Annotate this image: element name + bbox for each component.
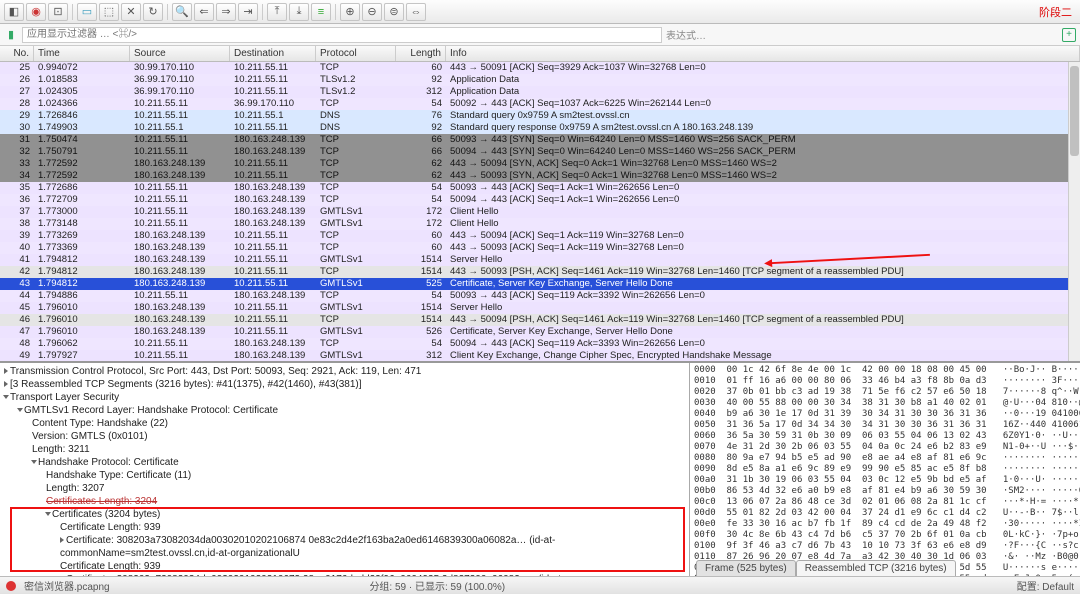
phase-label: 阶段二 bbox=[1039, 4, 1072, 20]
packet-row[interactable]: 261.01858336.99.170.11010.211.55.11TLSv1… bbox=[0, 74, 1080, 86]
tree-item[interactable]: Certificates Length: 3204 bbox=[4, 495, 685, 508]
toolbar-btn[interactable]: ⊡ bbox=[48, 3, 68, 21]
status-file: 密信浏览器.pcapng bbox=[24, 578, 110, 593]
toolbar-btn[interactable]: ◉ bbox=[26, 3, 46, 21]
first-icon[interactable]: ⤒ bbox=[267, 3, 287, 21]
next-icon[interactable]: ⇒ bbox=[216, 3, 236, 21]
open-icon[interactable]: ▭ bbox=[77, 3, 97, 21]
bookmark-icon[interactable]: ▮ bbox=[4, 28, 18, 42]
hex-tab-reassembled[interactable]: Reassembled TCP (3216 bytes) bbox=[796, 560, 956, 576]
tree-item[interactable]: Certificate: 308203a73082034da0030201020… bbox=[4, 534, 685, 560]
tree-item[interactable]: Certificate Length: 939 bbox=[4, 560, 685, 573]
main-toolbar: ◧ ◉ ⊡ ▭ ⬚ ✕ ↻ 🔍 ⇐ ⇒ ⇥ ⤒ ⤓ ≡ ⊕ ⊖ ⊜ ⇔ 阶段二 bbox=[0, 0, 1080, 24]
expression-button[interactable]: 表达式… bbox=[666, 27, 706, 42]
filter-toolbar: ▮ 表达式… + bbox=[0, 24, 1080, 46]
col-dest[interactable]: Destination bbox=[230, 46, 316, 61]
packet-row[interactable]: 250.99407230.99.170.11010.211.55.11TCP60… bbox=[0, 62, 1080, 74]
tree-item[interactable]: Length: 3207 bbox=[4, 482, 685, 495]
packet-row[interactable]: 381.77314810.211.55.11180.163.248.139GMT… bbox=[0, 218, 1080, 230]
col-time[interactable]: Time bbox=[34, 46, 130, 61]
packet-row[interactable]: 401.773369180.163.248.13910.211.55.11TCP… bbox=[0, 242, 1080, 254]
scroll-thumb[interactable] bbox=[1070, 66, 1079, 156]
packet-row[interactable]: 451.796010180.163.248.13910.211.55.11GMT… bbox=[0, 302, 1080, 314]
packet-row[interactable]: 271.02430536.99.170.11010.211.55.11TLSv1… bbox=[0, 86, 1080, 98]
packet-row[interactable]: 491.79792710.211.55.11180.163.248.139GMT… bbox=[0, 350, 1080, 362]
zoom-fit-icon[interactable]: ⊜ bbox=[384, 3, 404, 21]
packet-row[interactable]: 311.75047410.211.55.11180.163.248.139TCP… bbox=[0, 134, 1080, 146]
close-icon[interactable]: ✕ bbox=[121, 3, 141, 21]
add-filter-button[interactable]: + bbox=[1062, 28, 1076, 42]
tree-item[interactable]: Certificate: 308203a73082034da0030201020… bbox=[4, 573, 685, 576]
tree-item[interactable]: GMTLSv1 Record Layer: Handshake Protocol… bbox=[4, 404, 685, 417]
jump-icon[interactable]: ⇥ bbox=[238, 3, 258, 21]
find-icon[interactable]: 🔍 bbox=[172, 3, 192, 21]
tree-item[interactable]: Length: 3211 bbox=[4, 443, 685, 456]
col-proto[interactable]: Protocol bbox=[316, 46, 396, 61]
zoom-in-icon[interactable]: ⊕ bbox=[340, 3, 360, 21]
hex-tab-frame[interactable]: Frame (525 bytes) bbox=[696, 560, 796, 576]
packet-row[interactable]: 351.77268610.211.55.11180.163.248.139TCP… bbox=[0, 182, 1080, 194]
packet-row[interactable]: 431.794812180.163.248.13910.211.55.11GMT… bbox=[0, 278, 1080, 290]
last-icon[interactable]: ⤓ bbox=[289, 3, 309, 21]
col-len[interactable]: Length bbox=[396, 46, 446, 61]
col-source[interactable]: Source bbox=[130, 46, 230, 61]
tree-item[interactable]: Certificate Length: 939 bbox=[4, 521, 685, 534]
packet-details-tree[interactable]: Transmission Control Protocol, Src Port:… bbox=[0, 363, 690, 576]
packet-row[interactable]: 481.79606210.211.55.11180.163.248.139TCP… bbox=[0, 338, 1080, 350]
tree-item[interactable]: Certificates (3204 bytes) bbox=[4, 508, 685, 521]
packet-list-header: No. Time Source Destination Protocol Len… bbox=[0, 46, 1080, 62]
packet-row[interactable]: 461.796010180.163.248.13910.211.55.11TCP… bbox=[0, 314, 1080, 326]
autoscroll-icon[interactable]: ≡ bbox=[311, 3, 331, 21]
packet-row[interactable]: 291.72684610.211.55.1110.211.55.1DNS76St… bbox=[0, 110, 1080, 122]
tree-item[interactable]: [3 Reassembled TCP Segments (3216 bytes)… bbox=[4, 378, 685, 391]
tree-item[interactable]: Transport Layer Security bbox=[4, 391, 685, 404]
packet-row[interactable]: 421.794812180.163.248.13910.211.55.11TCP… bbox=[0, 266, 1080, 278]
save-icon[interactable]: ⬚ bbox=[99, 3, 119, 21]
status-count: 分组: 59 · 已显示: 59 (100.0%) bbox=[369, 578, 505, 593]
packet-row[interactable]: 321.75079110.211.55.11180.163.248.139TCP… bbox=[0, 146, 1080, 158]
packet-list[interactable]: 250.99407230.99.170.11010.211.55.11TCP60… bbox=[0, 62, 1080, 362]
zoom-out-icon[interactable]: ⊖ bbox=[362, 3, 382, 21]
prev-icon[interactable]: ⇐ bbox=[194, 3, 214, 21]
reload-icon[interactable]: ↻ bbox=[143, 3, 163, 21]
col-info[interactable]: Info bbox=[446, 46, 1080, 61]
tree-item[interactable]: Transmission Control Protocol, Src Port:… bbox=[4, 365, 685, 378]
packet-row[interactable]: 341.772592180.163.248.13910.211.55.11TCP… bbox=[0, 170, 1080, 182]
packet-row[interactable]: 331.772592180.163.248.13910.211.55.11TCP… bbox=[0, 158, 1080, 170]
hex-dump-pane[interactable]: 0000 00 1c 42 6f 8e 4e 00 1c 42 00 00 18… bbox=[690, 363, 1080, 576]
hex-tabs: Frame (525 bytes) Reassembled TCP (3216 … bbox=[696, 560, 956, 576]
resize-cols-icon[interactable]: ⇔ bbox=[406, 3, 426, 21]
packet-row[interactable]: 371.77300010.211.55.11180.163.248.139GMT… bbox=[0, 206, 1080, 218]
packet-row[interactable]: 281.02436610.211.55.1136.99.170.110TCP54… bbox=[0, 98, 1080, 110]
scrollbar[interactable] bbox=[1068, 62, 1080, 361]
packet-row[interactable]: 471.796010180.163.248.13910.211.55.11GMT… bbox=[0, 326, 1080, 338]
tree-item[interactable]: Handshake Type: Certificate (11) bbox=[4, 469, 685, 482]
packet-row[interactable]: 301.74990310.211.55.110.211.55.11DNS92St… bbox=[0, 122, 1080, 134]
col-no[interactable]: No. bbox=[0, 46, 34, 61]
display-filter-input[interactable] bbox=[22, 27, 662, 43]
toolbar-btn[interactable]: ◧ bbox=[4, 3, 24, 21]
expert-info-icon[interactable] bbox=[6, 581, 16, 591]
status-profile[interactable]: 配置: Default bbox=[1017, 578, 1074, 593]
status-bar: 密信浏览器.pcapng 分组: 59 · 已显示: 59 (100.0%) 配… bbox=[0, 576, 1080, 594]
details-hex-split: Transmission Control Protocol, Src Port:… bbox=[0, 362, 1080, 576]
packet-row[interactable]: 391.773269180.163.248.13910.211.55.11TCP… bbox=[0, 230, 1080, 242]
packet-row[interactable]: 441.79488610.211.55.11180.163.248.139TCP… bbox=[0, 290, 1080, 302]
packet-row[interactable]: 361.77270910.211.55.11180.163.248.139TCP… bbox=[0, 194, 1080, 206]
tree-item[interactable]: Version: GMTLS (0x0101) bbox=[4, 430, 685, 443]
tree-item[interactable]: Content Type: Handshake (22) bbox=[4, 417, 685, 430]
tree-item[interactable]: Handshake Protocol: Certificate bbox=[4, 456, 685, 469]
packet-row[interactable]: 411.794812180.163.248.13910.211.55.11GMT… bbox=[0, 254, 1080, 266]
